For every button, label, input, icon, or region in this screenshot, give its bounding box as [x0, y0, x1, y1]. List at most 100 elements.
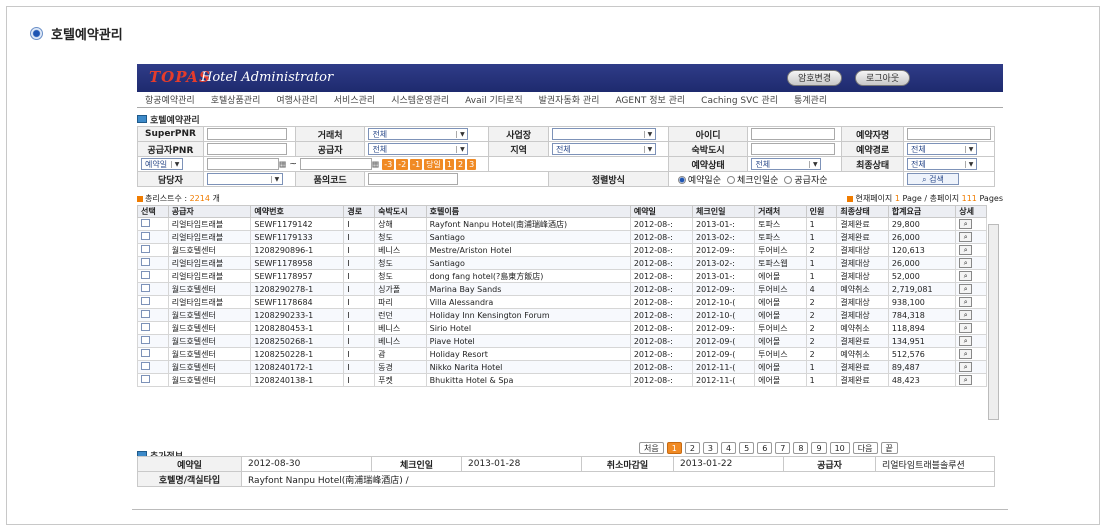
table-scrollbar[interactable]: [988, 224, 999, 420]
row-checkbox[interactable]: [141, 349, 150, 357]
quick-date-button[interactable]: -2: [396, 158, 409, 170]
quick-date-button[interactable]: 1: [444, 158, 454, 170]
row-checkbox[interactable]: [141, 297, 150, 305]
sort-option-label: 예약일순: [687, 175, 721, 186]
detail-search-icon[interactable]: ⌕: [959, 271, 973, 281]
quick-date-button[interactable]: -3: [382, 158, 395, 170]
sort-radio[interactable]: [784, 176, 793, 184]
page-button[interactable]: 끝: [880, 442, 898, 454]
quick-date-button[interactable]: 당일: [424, 158, 443, 170]
superpnr-input[interactable]: [206, 128, 287, 140]
page-button[interactable]: 처음: [639, 442, 664, 454]
row-checkbox[interactable]: [141, 336, 150, 344]
page-button[interactable]: 8: [793, 442, 809, 454]
page-button[interactable]: 2: [684, 442, 700, 454]
quick-date-button[interactable]: 2: [456, 158, 466, 170]
page-button[interactable]: 1: [666, 442, 682, 454]
business-select[interactable]: ▼: [551, 128, 656, 140]
table-row[interactable]: 리얼타임트래블 SEWF1178957 I 청도 dong fang hotel(?島東…: [137, 269, 987, 283]
row-checkbox[interactable]: [141, 271, 150, 279]
row-checkbox[interactable]: [141, 284, 150, 292]
detail-search-icon[interactable]: ⌕: [959, 362, 973, 372]
page-button[interactable]: 10: [829, 442, 850, 454]
row-checkbox[interactable]: [141, 219, 150, 227]
nav-item[interactable]: 여행사관리: [268, 93, 325, 106]
table-row[interactable]: 리얼타임트래블 SEWF1179142 I 상해 Rayfont Nanpu Hotel…: [137, 217, 987, 231]
user-id-input[interactable]: [751, 128, 836, 140]
table-row[interactable]: 월드호텔센터 1208240172-1 I 동경 Nikko Narita Hotel 2…: [137, 360, 987, 374]
radio-bullet-icon: [30, 27, 43, 40]
item-code-input[interactable]: [368, 173, 459, 185]
status-select[interactable]: 전체 ▼: [751, 158, 822, 170]
detail-search-icon[interactable]: ⌕: [959, 310, 973, 320]
detail-search-icon[interactable]: ⌕: [959, 297, 973, 307]
date-to-input[interactable]: [299, 158, 372, 170]
row-checkbox[interactable]: [141, 310, 150, 318]
nav-item[interactable]: AGENT 정보 관리: [607, 93, 693, 106]
table-row[interactable]: 월드호텔센터 1208290896-1 I 베니스 Mestre/Ariston Hot…: [137, 243, 987, 257]
nav-item[interactable]: 항공예약관리: [137, 93, 203, 106]
search-button[interactable]: ⌕ 검색: [907, 173, 959, 185]
nav-item[interactable]: 호텔상품관리: [203, 93, 269, 106]
sort-radio[interactable]: [677, 176, 686, 184]
manager-select[interactable]: ▼: [206, 173, 283, 185]
page-button[interactable]: 4: [721, 442, 737, 454]
page-button[interactable]: 다음: [852, 442, 878, 454]
row-checkbox[interactable]: [141, 258, 150, 266]
nav-item[interactable]: 서비스관리: [326, 93, 383, 106]
row-checkbox[interactable]: [141, 232, 150, 240]
nav-item[interactable]: 통계관리: [786, 93, 835, 106]
route-select[interactable]: 전체 ▼: [907, 143, 977, 155]
row-checkbox[interactable]: [141, 362, 150, 370]
table-row[interactable]: 리얼타임트래블 SEWF1178958 I 청도 Santiago 2012-08-: 20…: [137, 256, 987, 270]
table-cell: 2012-08-:: [629, 243, 693, 257]
supplier-select[interactable]: 전체 ▼: [368, 143, 469, 155]
table-row[interactable]: 월드호텔센터 1208290233-1 I 런던 Holiday Inn Kensing…: [137, 308, 987, 322]
date-type-select[interactable]: 예약일 ▼: [141, 158, 183, 170]
page-button[interactable]: 3: [702, 442, 719, 454]
table-row[interactable]: 리얼타임트래블 SEWF1178684 I 파리 Villa Alessandra 201…: [137, 295, 987, 309]
page-button[interactable]: 9: [811, 442, 827, 454]
booker-input[interactable]: [907, 128, 991, 140]
logout-button[interactable]: 로그아웃: [855, 70, 911, 86]
page-button[interactable]: 6: [757, 442, 773, 454]
detail-search-icon[interactable]: ⌕: [959, 245, 973, 255]
table-row[interactable]: 월드호텔센터 1208280453-1 I 베니스 Sirio Hotel 2012-08…: [137, 321, 987, 335]
detail-search-icon[interactable]: ⌕: [959, 349, 973, 359]
table-row[interactable]: 월드호텔센터 1208250268-1 I 베니스 Piave Hotel 2012-08…: [137, 334, 987, 348]
detail-search-icon[interactable]: ⌕: [959, 284, 973, 294]
detail-search-icon[interactable]: ⌕: [959, 323, 973, 333]
change-password-button[interactable]: 암호변경: [787, 70, 843, 86]
detail-search-icon[interactable]: ⌕: [959, 219, 973, 229]
quick-date-button[interactable]: 3: [467, 158, 477, 170]
supplier-pnr-input[interactable]: [206, 143, 287, 155]
calendar-icon[interactable]: ▦: [279, 160, 287, 169]
detail-search-icon[interactable]: ⌕: [959, 232, 973, 242]
table-row[interactable]: 월드호텔센터 1208240138-1 I 푸켓 Bhukitta Hotel & Sp…: [137, 373, 987, 387]
row-checkbox[interactable]: [141, 323, 150, 331]
detail-search-icon[interactable]: ⌕: [959, 336, 973, 346]
chevron-down-icon: ▼: [270, 175, 282, 183]
quick-date-button[interactable]: -1: [410, 158, 423, 170]
calendar-icon[interactable]: ▦: [372, 160, 380, 169]
table-row[interactable]: 월드호텔센터 1208250228-1 I 괌 Holiday Resort 2012-0…: [137, 347, 987, 361]
table-row[interactable]: 리얼타임트래블 SEWF1179133 I 청도 Santiago 2012-08-: 20…: [137, 230, 987, 244]
page-button[interactable]: 5: [739, 442, 755, 454]
detail-search-icon[interactable]: ⌕: [959, 258, 973, 268]
city-input[interactable]: [751, 143, 836, 155]
table-cell: Holiday Resort: [425, 347, 631, 361]
date-from-input[interactable]: [206, 158, 279, 170]
page-button[interactable]: 7: [775, 442, 791, 454]
row-checkbox[interactable]: [141, 375, 150, 383]
nav-item[interactable]: 발권자동화 관리: [531, 93, 608, 106]
row-checkbox[interactable]: [141, 245, 150, 253]
detail-search-icon[interactable]: ⌕: [959, 375, 973, 385]
region-select[interactable]: 전체 ▼: [551, 143, 656, 155]
nav-item[interactable]: Avail 기타로직: [457, 93, 530, 106]
table-row[interactable]: 월드호텔센터 1208290278-1 I 싱가폴 Marina Bay Sands 20…: [137, 282, 987, 296]
nav-item[interactable]: 시스템운영관리: [383, 93, 457, 106]
nav-item[interactable]: Caching SVC 관리: [693, 93, 786, 106]
account-select[interactable]: 전체 ▼: [368, 128, 469, 140]
final-status-select[interactable]: 전체 ▼: [907, 158, 977, 170]
sort-radio[interactable]: [726, 176, 735, 184]
